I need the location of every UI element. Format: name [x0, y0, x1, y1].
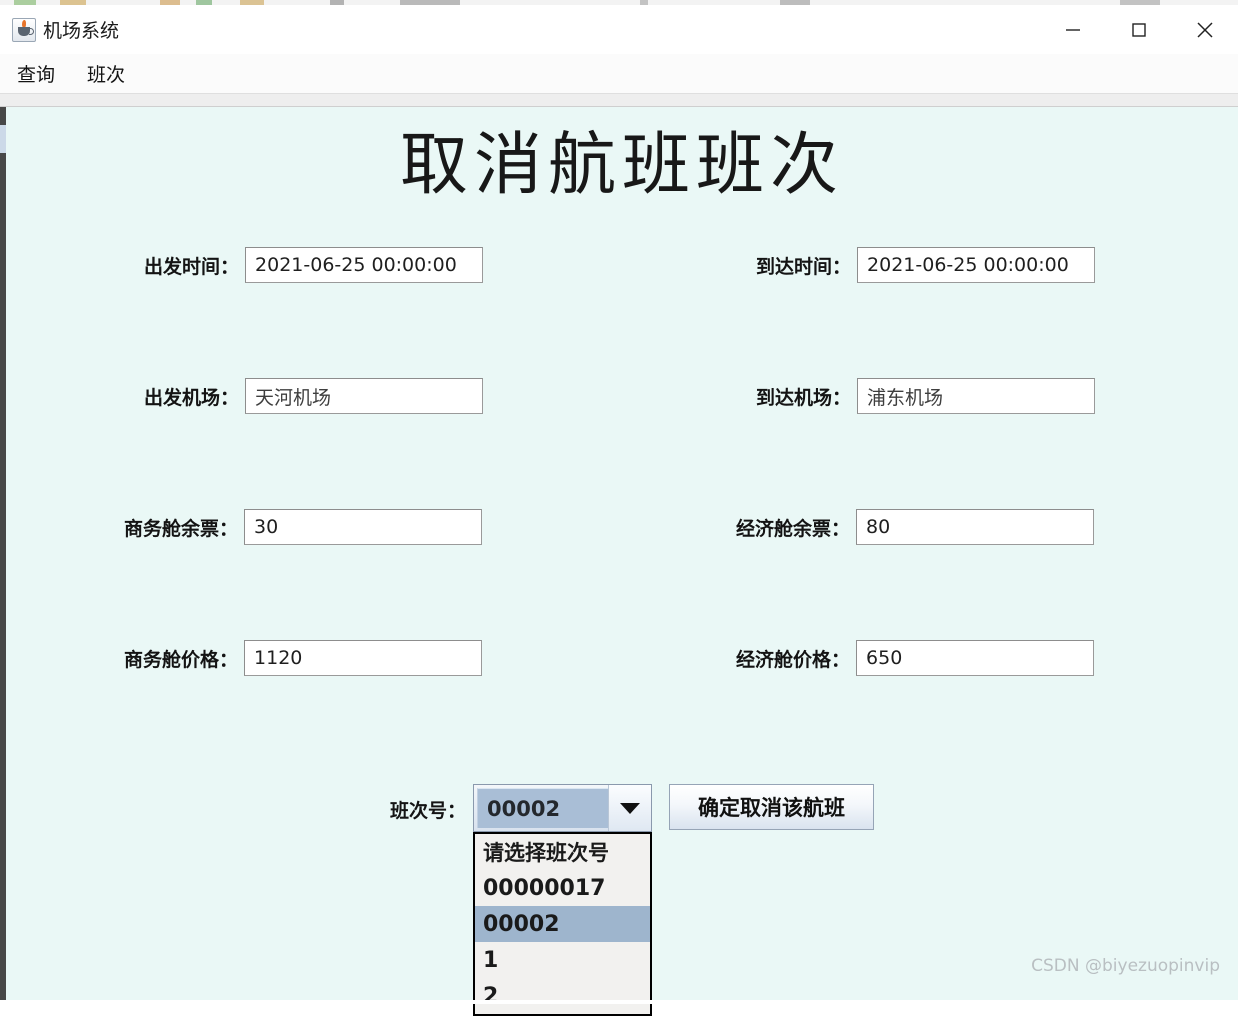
business-price-field: 商务舱价格： 1120 — [124, 640, 483, 676]
economy-remaining-label: 经济舱余票： — [736, 517, 851, 540]
economy-price-field: 经济舱价格： 650 — [736, 640, 1095, 676]
economy-remaining-field: 经济舱余票： 80 — [736, 509, 1095, 545]
economy-price-input[interactable]: 650 — [856, 640, 1095, 676]
business-remaining-input[interactable]: 30 — [244, 509, 483, 545]
page-title: 取消航班班次 — [399, 126, 844, 205]
chevron-down-icon[interactable] — [608, 785, 651, 831]
title-bar-left: 机场系统 — [0, 16, 119, 43]
dropdown-option-00000017[interactable]: 00000017 — [475, 870, 650, 906]
form-row-prices: 商务舱价格： 1120 经济舱价格： 650 — [6, 640, 1238, 678]
window-title: 机场系统 — [43, 20, 120, 42]
form-row-remaining-tickets: 商务舱余票： 30 经济舱余票： 80 — [6, 509, 1238, 547]
business-remaining-label: 商务舱余票： — [124, 517, 239, 540]
content-panel: 取消航班班次 出发时间： 2021-06-25 00:00:00 到达时间： 2… — [0, 107, 1238, 1016]
window-controls — [1040, 5, 1238, 54]
departure-time-label: 出发时间： — [144, 255, 240, 278]
departure-airport-field: 出发机场： 天河机场 — [144, 378, 484, 414]
departure-time-input[interactable]: 2021-06-25 00:00:00 — [245, 247, 484, 283]
arrival-airport-field: 到达机场： 浦东机场 — [756, 378, 1096, 414]
dropdown-option-1[interactable]: 1 — [475, 942, 650, 978]
business-remaining-field: 商务舱余票： 30 — [124, 509, 483, 545]
confirm-cancel-flight-button[interactable]: 确定取消该航班 — [669, 784, 874, 830]
arrival-airport-label: 到达机场： — [756, 386, 852, 409]
dropdown-option-00002[interactable]: 00002 — [475, 906, 650, 942]
minimize-icon[interactable] — [1040, 5, 1106, 54]
departure-airport-input[interactable]: 天河机场 — [245, 378, 484, 414]
flight-select-row: 班次号： 00002 确定取消该航班 — [6, 784, 1238, 834]
dropdown-option-2[interactable]: 2 — [475, 978, 650, 1014]
arrival-airport-input[interactable]: 浦东机场 — [857, 378, 1096, 414]
form-row-times: 出发时间： 2021-06-25 00:00:00 到达时间： 2021-06-… — [6, 247, 1238, 285]
flight-number-selected-value: 00002 — [477, 788, 608, 828]
menu-item-query[interactable]: 查询 — [14, 58, 58, 89]
title-bar: 机场系统 — [0, 5, 1238, 55]
toolbar-separator — [0, 94, 1238, 107]
arrival-time-input[interactable]: 2021-06-25 00:00:00 — [857, 247, 1096, 283]
maximize-icon[interactable] — [1106, 5, 1172, 54]
flight-number-label: 班次号： — [390, 800, 467, 822]
menu-item-flights[interactable]: 班次 — [84, 58, 128, 89]
java-coffee-cup-icon — [12, 17, 36, 42]
business-price-input[interactable]: 1120 — [244, 640, 483, 676]
flight-number-select[interactable]: 00002 — [473, 784, 652, 832]
business-price-label: 商务舱价格： — [124, 648, 239, 671]
departure-time-field: 出发时间： 2021-06-25 00:00:00 — [144, 247, 484, 283]
economy-price-label: 经济舱价格： — [736, 648, 851, 671]
window-bottom-edge — [0, 1000, 1238, 1004]
departure-airport-label: 出发机场： — [144, 386, 240, 409]
menu-bar: 查询 班次 — [0, 54, 1238, 94]
form-row-airports: 出发机场： 天河机场 到达机场： 浦东机场 — [6, 378, 1238, 416]
arrival-time-label: 到达时间： — [756, 255, 852, 278]
dropdown-option-placeholder[interactable]: 请选择班次号 — [475, 834, 650, 870]
watermark: CSDN @biyezuopinvip — [1031, 956, 1220, 976]
economy-remaining-input[interactable]: 80 — [856, 509, 1095, 545]
close-icon[interactable] — [1172, 5, 1238, 54]
flight-number-dropdown-list[interactable]: 请选择班次号 00000017 00002 1 2 — [473, 832, 652, 1016]
arrival-time-field: 到达时间： 2021-06-25 00:00:00 — [756, 247, 1096, 283]
application-window: 机场系统 查询 班次 取消航班班次 出发时间： 2021-06-25 00:00… — [0, 0, 1238, 1016]
